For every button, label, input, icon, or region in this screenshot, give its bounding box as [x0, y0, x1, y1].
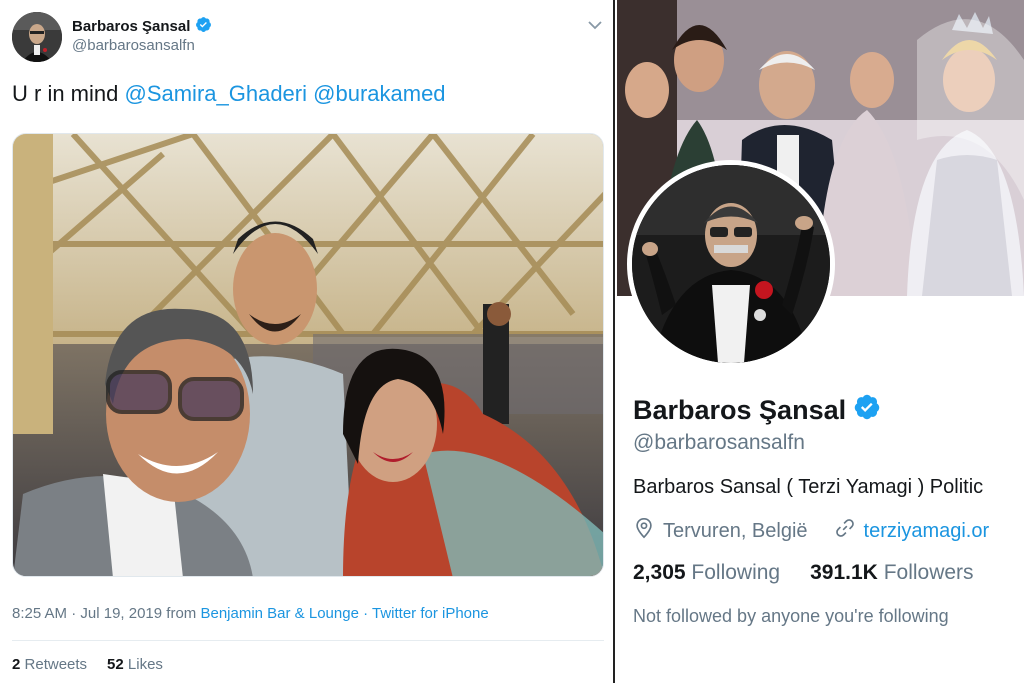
profile-handle: @barbarosansalfn — [633, 431, 805, 454]
tweet-display-name[interactable]: Barbaros Şansal — [72, 16, 212, 37]
tweet-stats: 2 Retweets 52 Likes — [12, 656, 163, 673]
tweet-handle[interactable]: @barbarosansalfn — [72, 37, 195, 54]
tweet-date[interactable]: Jul 19, 2019 — [80, 605, 162, 622]
verified-badge-icon — [195, 16, 212, 37]
tweet-from-label: from — [166, 605, 197, 622]
chevron-down-icon[interactable] — [586, 16, 604, 34]
profile-bio: Barbaros Sansal ( Terzi Yamagi ) Politic — [633, 476, 984, 498]
profile-meta-row: Tervuren, België terziyamagi.or — [633, 517, 989, 545]
tweet-meta: 8:25 AM · Jul 19, 2019 from Benjamin Bar… — [12, 605, 489, 622]
retweets-label: Retweets — [24, 656, 88, 673]
following-stat[interactable]: 2,305 Following — [633, 561, 780, 585]
tweet-text: U r in mind @Samira_Ghaderi @burakamed — [12, 81, 446, 107]
followed-by-note: Not followed by anyone you're following — [633, 606, 949, 626]
link-icon — [834, 517, 856, 545]
tweet-source-link[interactable]: Twitter for iPhone — [372, 605, 489, 622]
profile-website-link[interactable]: terziyamagi.or — [864, 520, 990, 543]
tweet-time[interactable]: 8:25 AM — [12, 605, 67, 622]
tweet-location-link[interactable]: Benjamin Bar & Lounge — [200, 605, 358, 622]
likes-stat[interactable]: 52 Likes — [107, 656, 163, 673]
followers-stat[interactable]: 391.1K Followers — [810, 561, 973, 585]
following-count: 2,305 — [633, 561, 686, 584]
retweets-stat[interactable]: 2 Retweets — [12, 656, 87, 673]
verified-badge-icon — [853, 393, 881, 428]
tweet-divider — [12, 640, 604, 641]
profile-location: Tervuren, België — [663, 519, 808, 542]
followers-label: Followers — [883, 561, 974, 584]
likes-label: Likes — [127, 656, 163, 673]
profile-panel: Barbaros Şansal @barbarosansalfn Barbaro… — [617, 0, 1024, 683]
retweets-count: 2 — [12, 656, 21, 673]
following-label: Following — [691, 561, 781, 584]
profile-display-name: Barbaros Şansal — [633, 393, 881, 428]
tweet-author-avatar[interactable] — [12, 12, 62, 62]
profile-avatar[interactable] — [627, 160, 835, 368]
location-pin-icon — [633, 517, 655, 545]
mention-link[interactable]: @Samira_Ghaderi — [124, 81, 307, 106]
mention-link[interactable]: @burakamed — [313, 81, 445, 106]
profile-counts: 2,305 Following 391.1K Followers — [633, 561, 974, 585]
tweet-text-body: U r in mind — [12, 81, 119, 106]
likes-count: 52 — [107, 656, 124, 673]
followers-count: 391.1K — [810, 561, 878, 584]
tweet-photo[interactable] — [12, 133, 604, 577]
tweet-card: Barbaros Şansal @barbarosansalfn U r in … — [0, 0, 615, 683]
tweet-display-name-text[interactable]: Barbaros Şansal — [72, 18, 190, 35]
profile-display-name-text: Barbaros Şansal — [633, 395, 847, 425]
